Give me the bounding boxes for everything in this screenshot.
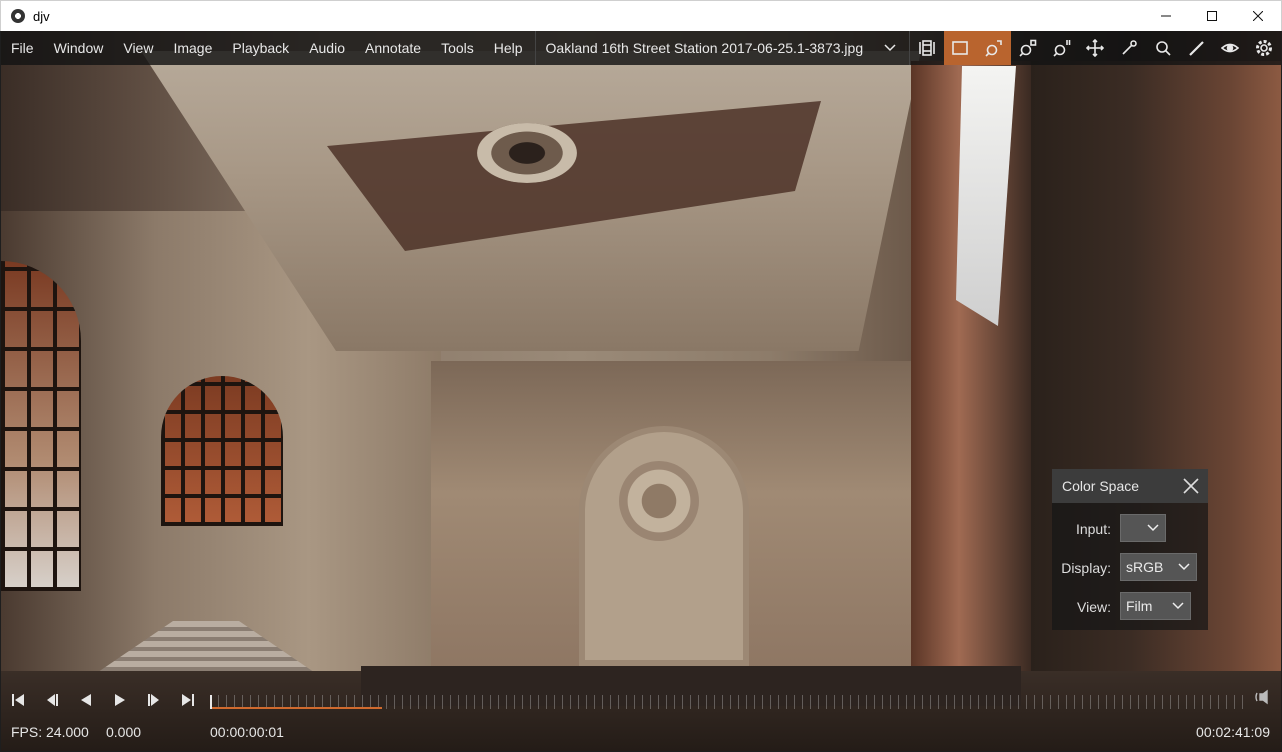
menu-annotate[interactable]: Annotate (355, 31, 431, 65)
timeline-progress (210, 707, 382, 709)
os-title-bar: djv (0, 0, 1282, 31)
speaker-icon (1255, 689, 1268, 705)
menu-file[interactable]: File (1, 31, 44, 65)
input-label: Input: (1075, 521, 1111, 537)
image-viewport[interactable] (1, 31, 1281, 751)
display-row: Display: sRGB (1052, 553, 1208, 583)
chevron-down-icon (884, 44, 896, 52)
minimize-button[interactable] (1143, 1, 1189, 31)
menu-audio[interactable]: Audio (299, 31, 355, 65)
view-value: Film (1126, 598, 1153, 614)
fps-readout: FPS: 24.000 (11, 724, 89, 740)
menu-bar: File Window View Image Playback Audio An… (1, 31, 1281, 65)
color-space-header: Color Space (1052, 469, 1208, 503)
play-forward-button[interactable] (105, 688, 135, 712)
step-forward-icon (148, 694, 159, 706)
zoom-in-icon (1019, 39, 1037, 57)
fill-frame-icon (952, 41, 969, 55)
close-icon (1253, 11, 1263, 21)
settings-gear-icon (1256, 40, 1273, 56)
window-title: djv (33, 8, 50, 24)
magnify-button[interactable] (1146, 31, 1180, 65)
input-row: Input: (1052, 514, 1208, 544)
maximize-button[interactable] (1189, 1, 1235, 31)
frame-view-button[interactable] (910, 31, 944, 65)
menu-tools[interactable]: Tools (431, 31, 484, 65)
color-picker-button[interactable] (1112, 31, 1146, 65)
audio-volume-button[interactable] (1254, 688, 1276, 710)
display-label: Display: (1061, 560, 1111, 576)
photo-arched-window (161, 376, 283, 526)
menu-view[interactable]: View (113, 31, 163, 65)
color-space-close-button[interactable] (1174, 469, 1208, 503)
view-row: View: Film (1052, 592, 1208, 622)
chevron-down-icon (1141, 515, 1165, 541)
input-select[interactable] (1120, 514, 1166, 542)
magnify-icon (1156, 41, 1171, 56)
zoom-fit-icon (985, 40, 1003, 57)
playback-controls: FPS: 24.000 0.000 00:00:00:01 00:02:41:0… (1, 681, 1281, 751)
view-label: View: (1077, 599, 1111, 615)
pan-button[interactable] (1079, 31, 1113, 65)
djv-window: djv File Window View Image Playback Audi… (0, 0, 1282, 752)
color-space-title: Color Space (1062, 478, 1140, 494)
frame-view-icon (918, 40, 935, 56)
display-value: sRGB (1126, 559, 1164, 575)
fill-frame-button[interactable] (943, 31, 978, 65)
annotate-pen-icon (1188, 41, 1204, 56)
play-icon (115, 694, 125, 706)
annotate-pen-button[interactable] (1180, 31, 1214, 65)
timeline-slider[interactable] (210, 695, 1250, 709)
zoom-fit-button[interactable] (977, 31, 1012, 65)
color-picker-icon (1122, 40, 1138, 55)
current-file-name[interactable]: Oakland 16th Street Station 2017-06-25.1… (536, 31, 874, 65)
menu-window[interactable]: Window (44, 31, 114, 65)
skip-to-end-icon (182, 694, 194, 706)
current-time[interactable]: 00:00:00:01 (210, 724, 284, 740)
skip-to-start-icon (12, 694, 24, 706)
file-list-dropdown[interactable] (873, 31, 907, 65)
menu-playback[interactable]: Playback (222, 31, 299, 65)
menu-help[interactable]: Help (484, 31, 533, 65)
pan-icon (1086, 39, 1105, 57)
go-to-start-button[interactable] (3, 688, 33, 712)
zoom-reset-icon (1053, 40, 1071, 57)
chevron-down-icon (1166, 593, 1190, 619)
view-select[interactable]: Film (1120, 592, 1191, 620)
photo-rosette (477, 123, 577, 183)
menu-image[interactable]: Image (163, 31, 222, 65)
photo-arched-window-left (1, 261, 81, 591)
speed-readout: 0.000 (106, 724, 142, 740)
zoom-reset-button[interactable] (1045, 31, 1079, 65)
timeline-playhead[interactable] (210, 695, 212, 709)
duration-time: 00:02:41:09 (1196, 724, 1270, 740)
step-forward-button[interactable] (139, 688, 169, 712)
play-reverse-icon (81, 694, 91, 706)
play-reverse-button[interactable] (71, 688, 101, 712)
minimize-icon (1161, 15, 1171, 17)
eye-icon (1221, 43, 1240, 53)
close-icon (1183, 478, 1199, 494)
display-select[interactable]: sRGB (1120, 553, 1197, 581)
chevron-down-icon (1172, 554, 1196, 580)
zoom-in-button[interactable] (1011, 31, 1045, 65)
eye-button[interactable] (1214, 31, 1248, 65)
app-logo-icon (11, 9, 25, 23)
step-back-button[interactable] (37, 688, 67, 712)
maximize-icon (1207, 11, 1217, 21)
go-to-end-button[interactable] (173, 688, 203, 712)
color-space-panel: Color Space Input: Display: sRGB View: F… (1052, 469, 1208, 630)
settings-button[interactable] (1247, 31, 1281, 65)
step-back-icon (47, 694, 58, 706)
close-window-button[interactable] (1235, 1, 1281, 31)
photo-arch-medallion (619, 461, 699, 541)
